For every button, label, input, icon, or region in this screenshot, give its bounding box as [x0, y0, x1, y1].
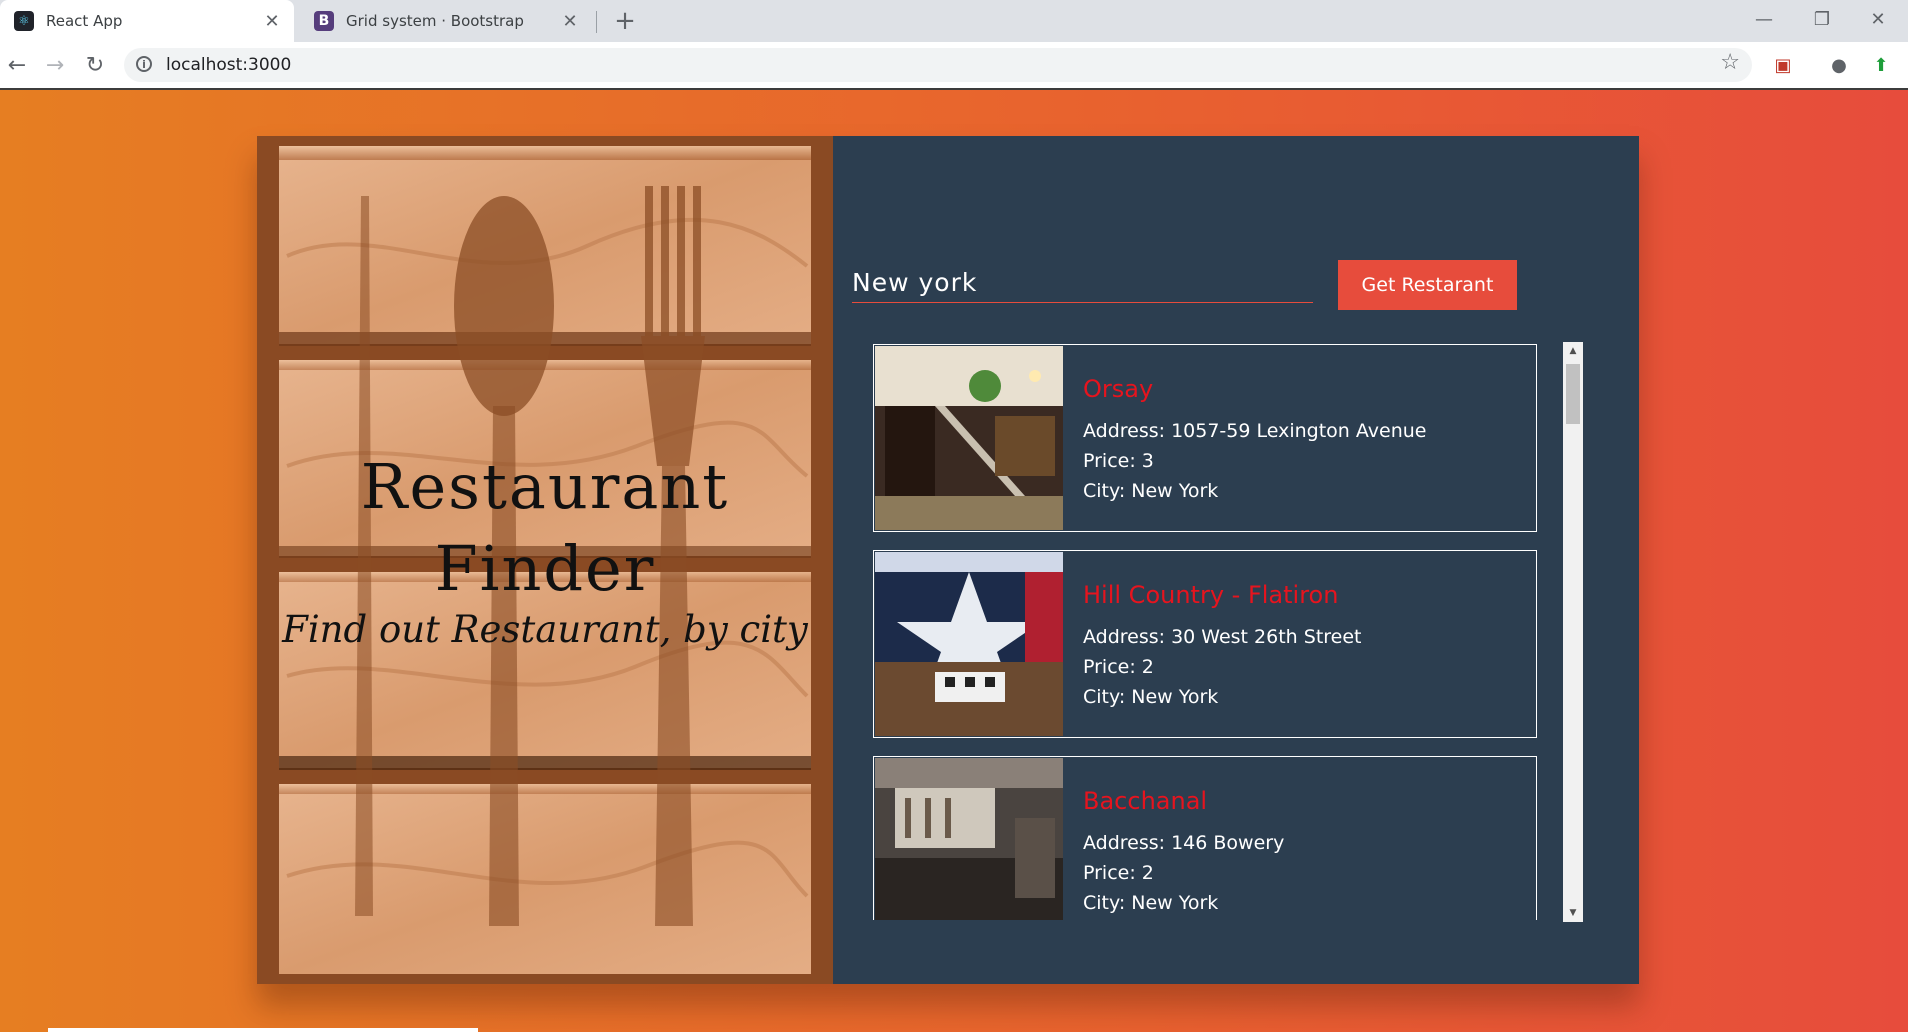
restaurant-city: City: New York: [1083, 480, 1218, 502]
city-value: New York: [1131, 480, 1219, 502]
city-value: New York: [1131, 686, 1219, 708]
scroll-up-arrow-icon[interactable]: ▲: [1563, 342, 1583, 360]
hero-image: Restaurant Finder Find out Restaurant, b…: [257, 136, 833, 984]
restaurant-price: Price: 2: [1083, 656, 1154, 678]
restaurant-name[interactable]: Hill Country - Flatiron: [1083, 581, 1338, 609]
browser-toolbar: ← → ↻ i localhost:3000 ☆ ▣ ● ⬆: [0, 42, 1908, 90]
price-value: 3: [1141, 450, 1154, 472]
restaurant-address: Address: 1057-59 Lexington Avenue: [1083, 420, 1426, 442]
restaurant-name[interactable]: Bacchanal: [1083, 787, 1207, 815]
hero-title-line1: Restaurant: [360, 450, 730, 523]
update-icon[interactable]: ⬆: [1868, 52, 1894, 78]
info-icon[interactable]: i: [136, 56, 152, 72]
forward-arrow-icon[interactable]: →: [40, 50, 70, 80]
city-label: City:: [1083, 686, 1126, 708]
back-arrow-icon[interactable]: ←: [2, 50, 32, 80]
hero-subtitle: Find out Restaurant, by city: [282, 608, 808, 651]
restaurant-city: City: New York: [1083, 686, 1218, 708]
address-value: 1057-59 Lexington Avenue: [1171, 420, 1427, 442]
restaurant-photo: [875, 552, 1063, 736]
price-value: 2: [1141, 862, 1154, 884]
restore-icon[interactable]: ❐: [1794, 0, 1850, 38]
tab-separator: [596, 11, 597, 33]
scroll-down-arrow-icon[interactable]: ▼: [1563, 904, 1583, 922]
city-label: City:: [1083, 892, 1126, 914]
address-bar[interactable]: i localhost:3000 ☆: [124, 48, 1752, 82]
reload-icon[interactable]: ↻: [80, 50, 110, 80]
restaurant-price: Price: 2: [1083, 862, 1154, 884]
close-icon[interactable]: ✕: [262, 11, 282, 32]
address-label: Address:: [1083, 832, 1166, 854]
url-text: localhost:3000: [166, 55, 292, 75]
bookmark-star-icon[interactable]: ☆: [1720, 50, 1740, 75]
price-label: Price:: [1083, 862, 1136, 884]
taskbar-indicator: [48, 1028, 478, 1032]
city-value: New York: [1131, 892, 1219, 914]
restaurant-card[interactable]: Bacchanal Address: 146 Bowery Price: 2 Cit…: [873, 756, 1537, 920]
restaurant-name[interactable]: Orsay: [1083, 375, 1153, 403]
bootstrap-icon: B: [314, 11, 334, 31]
restaurant-city: City: New York: [1083, 892, 1218, 914]
tab-title: React App: [46, 12, 123, 30]
address-label: Address:: [1083, 626, 1166, 648]
city-label: City:: [1083, 480, 1126, 502]
hero-title: Restaurant Finder: [257, 446, 833, 610]
window-close-icon[interactable]: ✕: [1850, 0, 1906, 38]
restaurant-address: Address: 146 Bowery: [1083, 832, 1284, 854]
restaurant-card[interactable]: Orsay Address: 1057-59 Lexington Avenue P…: [873, 344, 1537, 532]
close-icon[interactable]: ✕: [560, 11, 580, 32]
scroll-thumb[interactable]: [1566, 364, 1580, 424]
restaurant-photo: [875, 758, 1063, 920]
pocket-extension-icon[interactable]: ▣: [1770, 52, 1796, 78]
city-search-input[interactable]: [852, 262, 1313, 303]
results-scrollbar[interactable]: ▲ ▼: [1563, 342, 1583, 922]
restaurant-results-list[interactable]: Orsay Address: 1057-59 Lexington Avenue P…: [873, 344, 1573, 920]
react-icon: ⚛: [14, 11, 34, 31]
restaurant-photo: [875, 346, 1063, 530]
price-label: Price:: [1083, 450, 1136, 472]
minimize-icon[interactable]: —: [1736, 0, 1792, 38]
hero-title-line2: Finder: [434, 532, 656, 605]
new-tab-plus-icon[interactable]: +: [610, 6, 640, 36]
tab-react-app[interactable]: ⚛ React App ✕: [0, 0, 294, 42]
address-label: Address:: [1083, 420, 1166, 442]
address-value: 146 Bowery: [1171, 832, 1285, 854]
page-background: Restaurant Finder Find out Restaurant, b…: [0, 90, 1908, 1032]
price-label: Price:: [1083, 656, 1136, 678]
get-restaurant-button[interactable]: Get Restarant: [1338, 260, 1517, 310]
restaurant-address: Address: 30 West 26th Street: [1083, 626, 1362, 648]
restaurant-price: Price: 3: [1083, 450, 1154, 472]
app-card: Restaurant Finder Find out Restaurant, b…: [257, 136, 1639, 984]
restaurant-card[interactable]: Hill Country - Flatiron Address: 30 West …: [873, 550, 1537, 738]
search-panel: Get Restarant: [833, 136, 1639, 984]
price-value: 2: [1141, 656, 1154, 678]
browser-tab-bar: ⚛ React App ✕ B Grid system · Bootstrap …: [0, 0, 1908, 42]
address-value: 30 West 26th Street: [1171, 626, 1362, 648]
tab-bootstrap-grid[interactable]: B Grid system · Bootstrap ✕: [300, 0, 592, 42]
profile-avatar-icon[interactable]: ●: [1826, 52, 1852, 78]
tab-title: Grid system · Bootstrap: [346, 12, 524, 30]
